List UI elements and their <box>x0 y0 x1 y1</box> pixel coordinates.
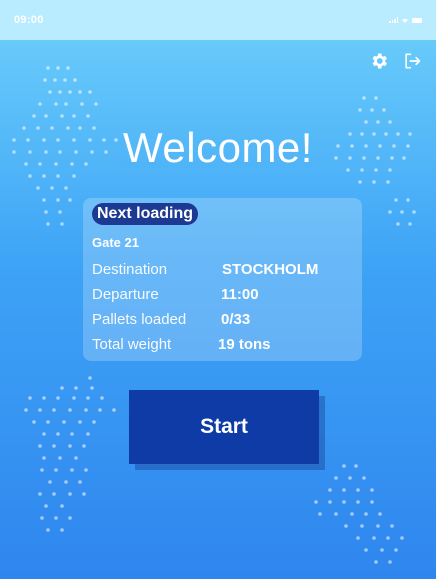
status-time: 09:00 <box>14 14 44 26</box>
destination-label: Destination <box>92 261 168 278</box>
total-weight-label: Total weight <box>92 336 172 353</box>
logout-icon[interactable] <box>402 51 422 71</box>
pallets-loaded-value: 0/33 <box>221 311 251 328</box>
header-actions <box>369 51 422 71</box>
wifi-icon <box>402 18 408 23</box>
gear-icon[interactable] <box>369 51 389 71</box>
welcome-title: Welcome! <box>123 124 313 171</box>
start-button[interactable]: Start <box>129 390 319 464</box>
signal-icon <box>389 17 398 23</box>
status-bar: 09:00 <box>0 0 436 40</box>
destination-value: STOCKHOLM <box>222 261 319 278</box>
gate-label: Gate 21 <box>92 235 139 250</box>
status-icons <box>389 17 422 23</box>
departure-label: Departure <box>92 286 159 303</box>
app-screen: 09:00 Welcome! Next loading Gate 21 Dest… <box>0 0 436 579</box>
next-loading-badge: Next loading <box>92 203 199 225</box>
next-loading-card: Next loading Gate 21 Destination STOCKHO… <box>83 198 362 361</box>
pallets-loaded-label: Pallets loaded <box>92 311 187 328</box>
total-weight-value: 19 tons <box>218 336 271 353</box>
departure-value: 11:00 <box>221 286 259 303</box>
battery-icon <box>412 17 422 23</box>
